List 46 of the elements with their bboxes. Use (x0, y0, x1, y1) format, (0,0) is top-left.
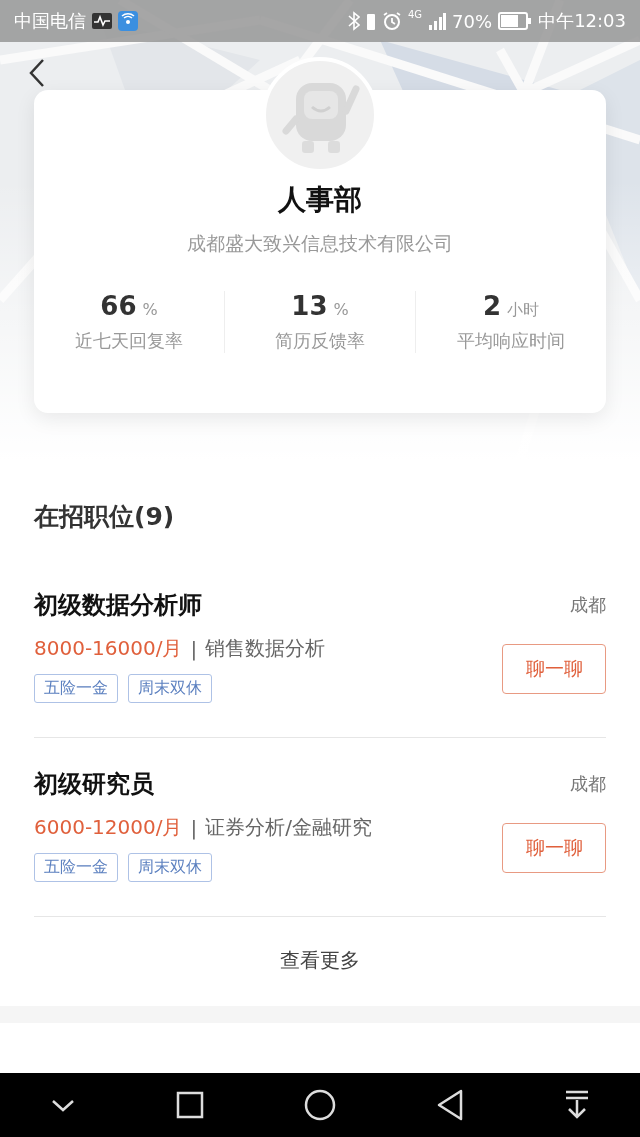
alarm-icon (382, 11, 402, 31)
stat-value: 66 (100, 291, 137, 321)
collapse-icon[interactable] (50, 1097, 76, 1113)
job-salary: 6000-12000/月 (34, 814, 183, 841)
battery-icon (498, 12, 533, 30)
job-category: 销售数据分析 (205, 635, 326, 662)
stat-value: 13 (291, 291, 328, 321)
department-name: 人事部 (278, 182, 362, 218)
notification-icon[interactable] (564, 1090, 590, 1120)
activity-icon (92, 13, 112, 29)
stat-label: 近七天回复率 (75, 329, 183, 353)
stat-unit: % (333, 300, 349, 319)
company-name: 成都盛大致兴信息技术有限公司 (187, 231, 453, 256)
job-title[interactable]: 初级研究员 (34, 768, 154, 800)
benefit-tag: 周末双休 (128, 674, 212, 703)
battery-percent: 70% (452, 10, 493, 32)
stat-unit: % (142, 300, 158, 319)
benefit-tag: 五险一金 (34, 674, 118, 703)
carrier-name: 中国电信 (14, 9, 86, 33)
view-more-link[interactable]: 查看更多 (34, 917, 606, 1006)
stat-value: 2 (482, 291, 502, 321)
home-icon[interactable] (304, 1089, 336, 1121)
recents-icon[interactable] (176, 1091, 204, 1119)
job-city: 成都 (570, 772, 606, 796)
job-city: 成都 (570, 593, 606, 617)
signal-icon (428, 12, 447, 30)
chat-button[interactable]: 聊一聊 (502, 823, 606, 873)
stat-label: 简历反馈率 (275, 329, 365, 353)
benefit-tag: 五险一金 (34, 853, 118, 882)
clock: 中午12:03 (538, 9, 626, 33)
bluetooth-icon (348, 11, 360, 31)
stat-unit: 小时 (507, 300, 540, 321)
chat-button[interactable]: 聊一聊 (502, 644, 606, 694)
job-category: 证券分析/金融研究 (205, 814, 372, 841)
job-salary: 8000-16000/月 (34, 635, 183, 662)
hotspot-icon (118, 11, 138, 31)
back-icon[interactable] (436, 1089, 464, 1121)
network-label: 4G (408, 9, 423, 20)
back-icon[interactable] (28, 58, 46, 88)
stat-label: 平均响应时间 (457, 329, 565, 353)
benefit-tag: 周末双休 (128, 853, 212, 882)
separator: | (190, 815, 198, 840)
vibrate-icon (366, 11, 376, 31)
job-title[interactable]: 初级数据分析师 (34, 589, 202, 621)
separator: | (190, 636, 198, 661)
section-title: 在招职位(9) (34, 501, 176, 533)
